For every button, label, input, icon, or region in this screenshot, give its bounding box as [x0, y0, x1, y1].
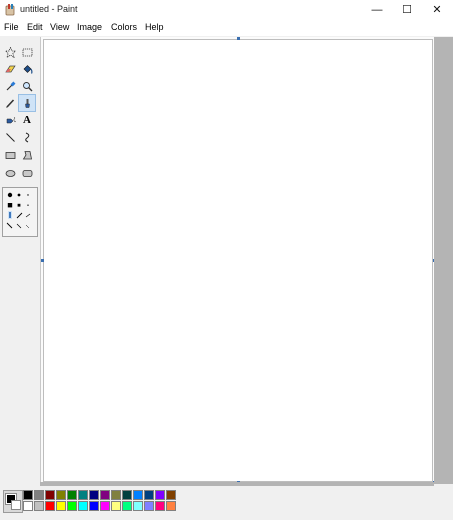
drawing-canvas[interactable]: [43, 39, 433, 482]
tool-pick-color[interactable]: [2, 78, 18, 94]
palette-swatch-top-13[interactable]: [166, 490, 176, 500]
curve-icon: [24, 132, 29, 142]
window-title: untitled - Paint: [20, 4, 78, 14]
current-colors-indicator: [3, 490, 23, 513]
palette-swatch-top-11[interactable]: [144, 490, 154, 500]
palette-swatch-bottom-8[interactable]: [111, 501, 121, 511]
text-icon: A: [23, 114, 31, 126]
tool-ellipse[interactable]: [2, 165, 18, 181]
menu-help[interactable]: Help: [145, 22, 164, 32]
tool-pencil[interactable]: [2, 95, 18, 111]
palette-swatch-bottom-9[interactable]: [122, 501, 132, 511]
airbrush-icon: [6, 116, 16, 123]
palette-swatch-top-1[interactable]: [34, 490, 44, 500]
eraser-icon: [4, 65, 16, 72]
tool-airbrush[interactable]: [2, 112, 18, 128]
tool-brush[interactable]: [18, 94, 36, 112]
rectangle-icon: [5, 151, 15, 159]
palette-swatch-bottom-2[interactable]: [45, 501, 55, 511]
tool-free-form-select[interactable]: [2, 44, 18, 60]
palette-swatch-bottom-5[interactable]: [78, 501, 88, 511]
resize-handle-left[interactable]: [41, 259, 44, 262]
tool-rectangle[interactable]: [2, 147, 18, 163]
palette-swatch-top-9[interactable]: [122, 490, 132, 500]
palette-swatch-top-5[interactable]: [78, 490, 88, 500]
palette-swatch-top-12[interactable]: [155, 490, 165, 500]
palette-swatch-top-0[interactable]: [23, 490, 33, 500]
palette-swatch-top-10[interactable]: [133, 490, 143, 500]
palette-swatch-bottom-12[interactable]: [155, 501, 165, 511]
background-color: [11, 500, 21, 510]
tool-eraser[interactable]: [2, 61, 18, 77]
menu-image[interactable]: Image: [77, 22, 102, 32]
palette-swatch-bottom-3[interactable]: [56, 501, 66, 511]
menu-bar: File Edit View Image Colors Help: [0, 20, 453, 36]
tool-options-box: [2, 187, 38, 237]
tool-polygon[interactable]: [19, 147, 35, 163]
palette-swatch-top-2[interactable]: [45, 490, 55, 500]
brush-icon: [24, 98, 30, 108]
rounded-rect-icon: [22, 169, 32, 177]
close-button[interactable]: ✕: [422, 0, 452, 20]
menu-colors[interactable]: Colors: [111, 22, 137, 32]
palette-swatch-top-3[interactable]: [56, 490, 66, 500]
palette-swatch-bottom-13[interactable]: [166, 501, 176, 511]
palette-swatch-top-8[interactable]: [111, 490, 121, 500]
pencil-icon: [5, 98, 14, 108]
palette-swatch-top-7[interactable]: [100, 490, 110, 500]
star-select-icon: [4, 46, 16, 58]
resize-handle-top[interactable]: [237, 37, 240, 40]
palette-swatch-bottom-4[interactable]: [67, 501, 77, 511]
palette-swatch-bottom-0[interactable]: [23, 501, 33, 511]
line-icon: [5, 132, 15, 142]
magnifier-icon: [22, 81, 32, 91]
bucket-icon: [23, 64, 32, 74]
tool-select[interactable]: [19, 44, 35, 60]
title-bar: untitled - Paint — ☐ ✕: [0, 0, 453, 20]
workspace-right-edge: [434, 37, 453, 484]
paint-app-icon: [5, 4, 16, 16]
palette-swatch-top-6[interactable]: [89, 490, 99, 500]
rect-select-icon: [22, 48, 32, 56]
menu-view[interactable]: View: [50, 22, 69, 32]
ellipse-icon: [5, 169, 15, 177]
brush-shape-options[interactable]: [3, 188, 37, 236]
menu-edit[interactable]: Edit: [27, 22, 43, 32]
tool-rounded-rectangle[interactable]: [19, 165, 35, 181]
tool-line[interactable]: [2, 129, 18, 145]
minimize-button[interactable]: —: [362, 0, 392, 20]
menu-file[interactable]: File: [4, 22, 19, 32]
tool-text[interactable]: A: [19, 112, 35, 128]
toolbox: A: [0, 37, 39, 483]
palette-swatch-bottom-1[interactable]: [34, 501, 44, 511]
eyedropper-icon: [6, 81, 15, 90]
palette-swatch-bottom-10[interactable]: [133, 501, 143, 511]
palette-swatch-bottom-11[interactable]: [144, 501, 154, 511]
tool-fill-with-color[interactable]: [19, 61, 35, 77]
palette-swatch-bottom-7[interactable]: [100, 501, 110, 511]
palette-swatch-bottom-6[interactable]: [89, 501, 99, 511]
canvas-area: [40, 37, 436, 484]
tool-curve[interactable]: [19, 129, 35, 145]
polygon-icon: [22, 150, 32, 159]
palette-swatch-top-4[interactable]: [67, 490, 77, 500]
maximize-button[interactable]: ☐: [392, 0, 422, 20]
tool-magnifier[interactable]: [19, 78, 35, 94]
